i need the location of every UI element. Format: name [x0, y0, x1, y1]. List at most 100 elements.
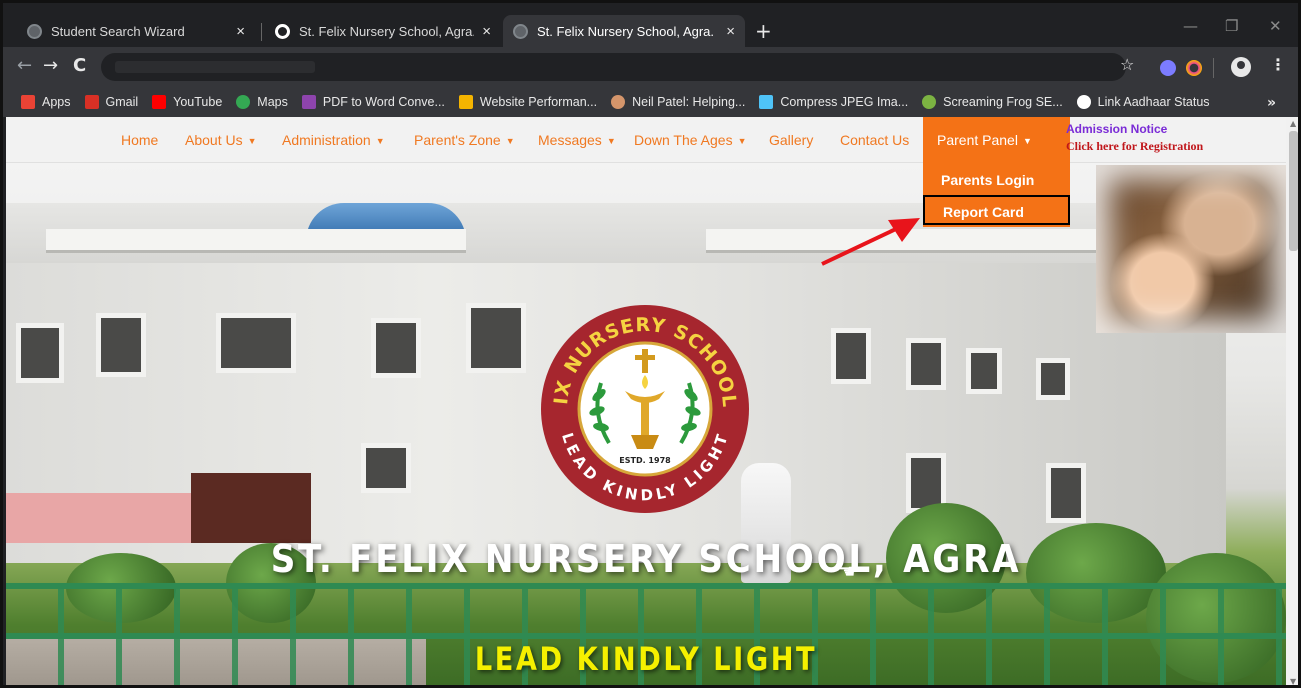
- bookmark-youtube[interactable]: YouTube: [152, 95, 222, 109]
- profile-avatar-icon[interactable]: [1231, 57, 1251, 77]
- window-close-icon[interactable]: ✕: [1269, 17, 1282, 35]
- frog-icon: [922, 95, 937, 109]
- nav-home[interactable]: Home: [121, 117, 158, 163]
- browser-toolbar: ← → C: [3, 47, 1298, 87]
- caret-down-icon: ▼: [505, 136, 515, 146]
- screenshot-frame: Student Search Wizard × St. Felix Nurser…: [0, 0, 1301, 688]
- pink-wall: [6, 493, 196, 543]
- building-window: [831, 328, 871, 384]
- bookmark-maps[interactable]: Maps: [236, 95, 288, 109]
- close-icon[interactable]: ×: [482, 23, 491, 40]
- globe-e-icon: [1076, 95, 1091, 109]
- nav-administration[interactable]: Administration ▼: [282, 117, 385, 163]
- building-window: [216, 313, 296, 373]
- scroll-thumb[interactable]: [1289, 131, 1298, 251]
- registration-link[interactable]: Click here for Registration: [1066, 138, 1203, 155]
- tab-separator: [261, 23, 262, 41]
- new-tab-button[interactable]: +: [755, 19, 772, 43]
- nav-label: Gallery: [769, 132, 814, 148]
- performance-icon: [458, 95, 473, 109]
- nav-down-the-ages[interactable]: Down The Ages ▼: [634, 117, 747, 163]
- admission-notice: Admission Notice Click here for Registra…: [1066, 121, 1203, 155]
- extension-instagram-icon[interactable]: [1186, 60, 1202, 76]
- toolbar-separator: [1213, 58, 1214, 78]
- bookmark-compress-jpeg-ima[interactable]: Compress JPEG Ima...: [759, 95, 908, 109]
- bookmark-label: Screaming Frog SE...: [943, 95, 1063, 109]
- emblem-estd-text: ESTD. 1978: [619, 456, 671, 465]
- caret-down-icon: ▼: [1022, 136, 1032, 146]
- nav-label: Home: [121, 132, 159, 148]
- bookmark-label: Link Aadhaar Status: [1097, 95, 1210, 109]
- bookmark-label: Apps: [42, 95, 71, 109]
- nav-label: Contact Us: [840, 132, 910, 148]
- tab-student-search-wizard[interactable]: Student Search Wizard ×: [17, 15, 255, 47]
- caret-down-icon: ▼: [247, 136, 257, 146]
- restore-icon[interactable]: ❐: [1225, 17, 1238, 35]
- building-window: [1046, 463, 1086, 523]
- tab-title: St. Felix Nursery School, Agra.: [537, 23, 715, 39]
- school-name-headline: ST. FELIX NURSERY SCHOOL, AGRA: [270, 537, 1022, 581]
- nav-parents-zone[interactable]: Parent's Zone ▼: [414, 117, 515, 163]
- back-icon[interactable]: ←: [17, 55, 32, 76]
- reload-icon[interactable]: C: [73, 55, 86, 76]
- nav-contact-us[interactable]: Contact Us: [840, 117, 909, 163]
- bookmark-label: Neil Patel: Helping...: [632, 95, 746, 109]
- bookmark-label: YouTube: [173, 95, 223, 109]
- nav-label: Administration: [282, 132, 371, 148]
- tab-st-felix-2[interactable]: St. Felix Nursery School, Agra. ×: [503, 15, 745, 47]
- web-page: ST. FELIX NURSERY SCHOOL, AGRA LEAD KIND…: [6, 117, 1286, 685]
- gmail-icon: [84, 95, 99, 109]
- building-window: [906, 338, 946, 390]
- nav-label: Parent Panel: [937, 132, 1018, 148]
- bookmark-apps[interactable]: Apps: [21, 95, 71, 109]
- forward-icon[interactable]: →: [43, 55, 58, 76]
- nav-gallery[interactable]: Gallery: [769, 117, 813, 163]
- bookmark-star-icon[interactable]: ☆: [1120, 55, 1134, 74]
- globe-icon: [513, 23, 528, 39]
- school-motto: LEAD KINDLY LIGHT: [474, 640, 818, 678]
- bookmark-link-aadhaar-status[interactable]: Link Aadhaar Status: [1076, 95, 1210, 109]
- dropdown-parents-login[interactable]: Parents Login: [923, 165, 1070, 195]
- kebab-menu-icon[interactable]: ⋮: [1270, 55, 1286, 74]
- school-emblem-logo: ST. FELIX NURSERY SCHOOL, AGRA LEAD KIND…: [539, 303, 749, 513]
- tab-st-felix-1[interactable]: St. Felix Nursery School, Agra. ×: [265, 15, 501, 47]
- minimize-icon[interactable]: —: [1183, 17, 1198, 35]
- extension-check-icon[interactable]: [1160, 60, 1176, 76]
- blurred-url: [115, 61, 315, 73]
- scroll-up-icon[interactable]: ▲: [1290, 119, 1296, 128]
- tab-title: Student Search Wizard: [51, 23, 185, 39]
- caret-down-icon: ▼: [737, 136, 747, 146]
- nav-label: Parent's Zone: [414, 132, 501, 148]
- tab-title: St. Felix Nursery School, Agra.: [299, 23, 475, 39]
- dropdown-report-card[interactable]: Report Card: [923, 195, 1070, 225]
- nav-parent-panel[interactable]: Parent Panel ▼: [923, 117, 1070, 163]
- page-scrollbar[interactable]: ▲ ▼: [1286, 117, 1298, 685]
- parent-panel-dropdown: Parents Login Report Card: [923, 163, 1070, 227]
- building-window: [966, 348, 1002, 394]
- bookmarks-overflow-icon[interactable]: »: [1267, 95, 1276, 111]
- nav-about-us[interactable]: About Us ▼: [185, 117, 257, 163]
- parapet: [46, 229, 466, 253]
- nav-messages[interactable]: Messages ▼: [538, 117, 616, 163]
- admission-notice-title: Admission Notice: [1066, 122, 1168, 136]
- bookmark-neil-patel-helping[interactable]: Neil Patel: Helping...: [611, 95, 745, 109]
- caret-down-icon: ▼: [606, 136, 616, 146]
- bookmark-label: Gmail: [105, 95, 139, 109]
- bookmark-website-performan[interactable]: Website Performan...: [458, 95, 597, 109]
- caret-down-icon: ▼: [375, 136, 385, 146]
- bookmark-screaming-frog-se[interactable]: Screaming Frog SE...: [922, 95, 1063, 109]
- globe-icon: [275, 23, 290, 39]
- close-icon[interactable]: ×: [726, 23, 735, 40]
- close-icon[interactable]: ×: [236, 23, 245, 40]
- fence-rail: [6, 583, 1286, 589]
- building-window: [371, 318, 421, 378]
- bookmark-gmail[interactable]: Gmail: [84, 95, 139, 109]
- maps-pin-icon: [236, 95, 251, 109]
- pdf-icon: [301, 95, 316, 109]
- building-window: [361, 443, 411, 493]
- building-window: [96, 313, 146, 377]
- youtube-icon: [152, 95, 167, 109]
- bookmark-pdf-to-word-conve[interactable]: PDF to Word Conve...: [301, 95, 445, 109]
- address-bar[interactable]: [101, 53, 1126, 81]
- scroll-down-icon[interactable]: ▼: [1290, 677, 1296, 685]
